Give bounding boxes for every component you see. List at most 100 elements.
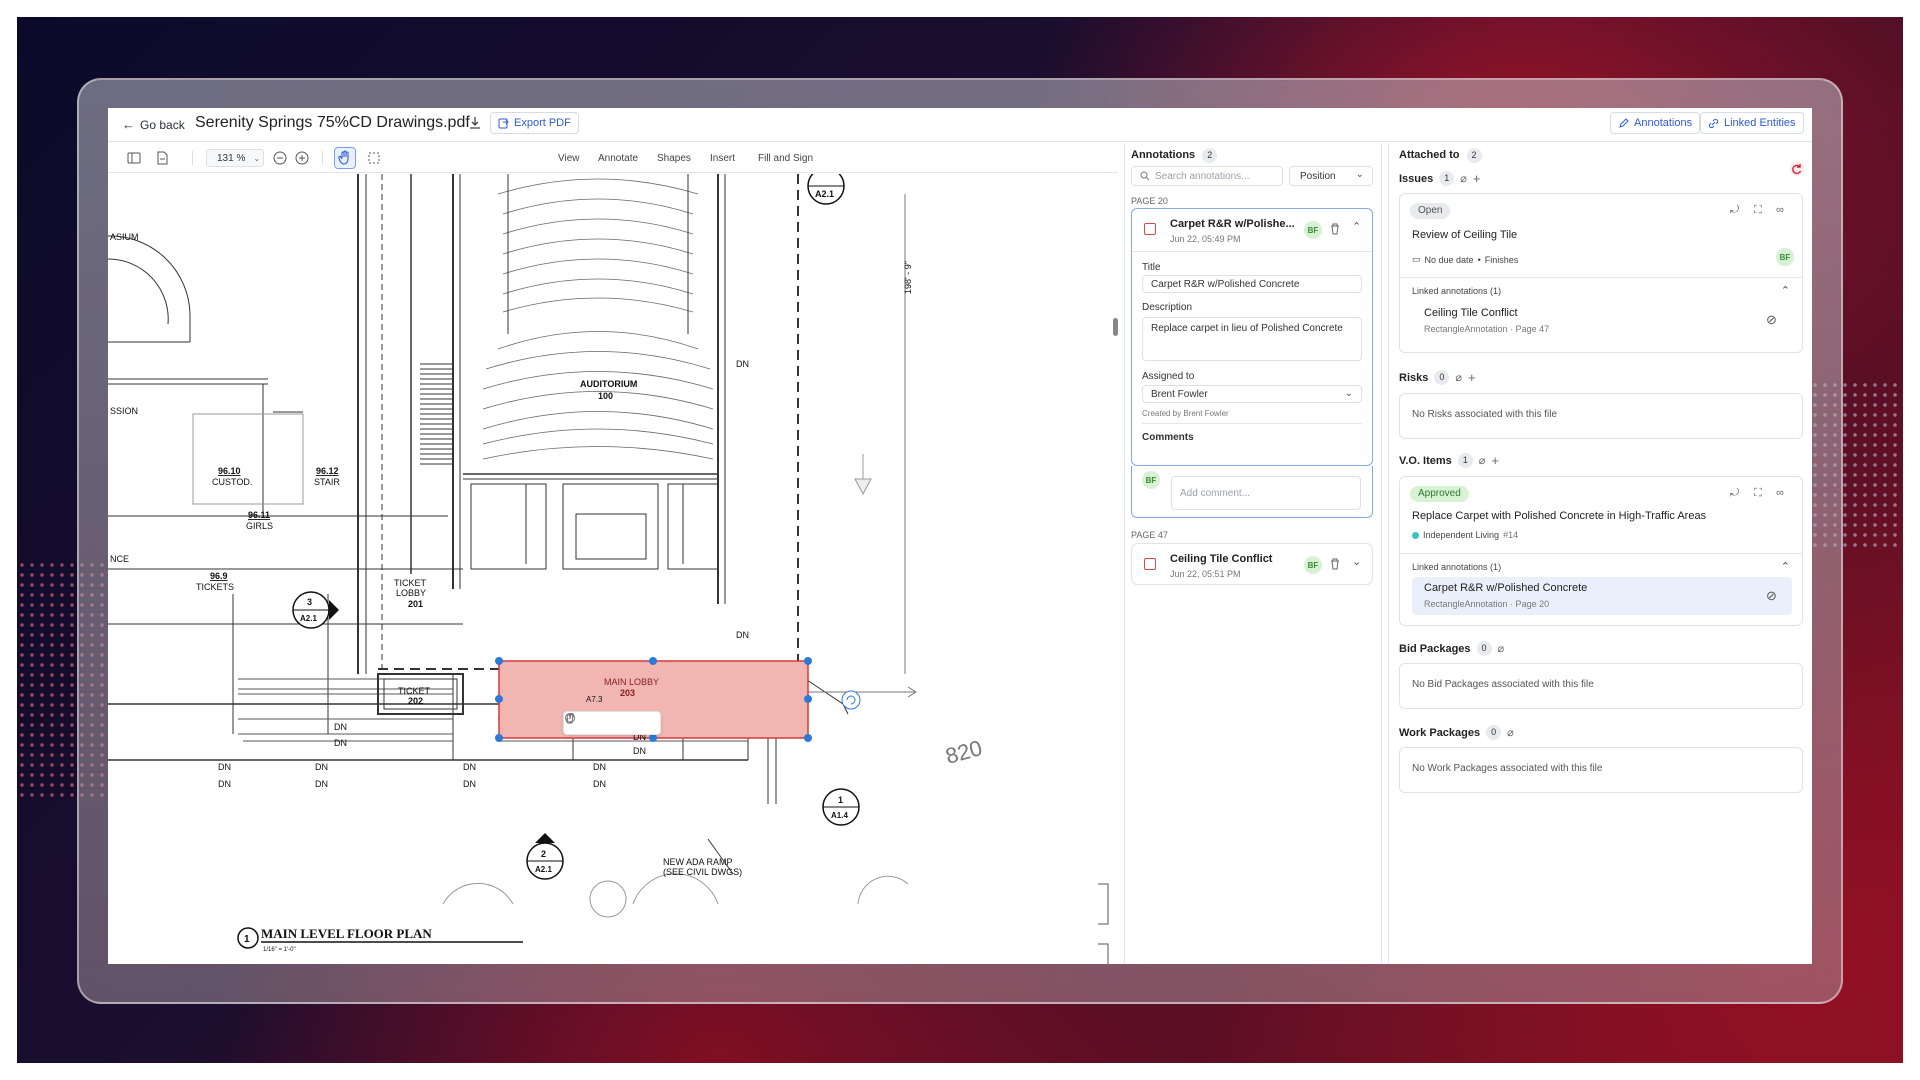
unlink-icon[interactable]: ⊘ <box>1766 588 1777 604</box>
add-icon[interactable]: + <box>1468 370 1476 385</box>
vo-project: Independent Living <box>1423 530 1500 540</box>
pan-tool-button[interactable] <box>334 147 356 169</box>
divider <box>1400 277 1802 278</box>
label-dn-1: DN <box>736 359 749 369</box>
annotation-card-carpet[interactable]: Carpet R&R w/Polishe... Jun 22, 05:49 PM… <box>1131 208 1373 489</box>
vertical-scrollbar[interactable] <box>1113 318 1118 336</box>
description-field[interactable]: Replace carpet in lieu of Polished Concr… <box>1142 317 1362 361</box>
zoom-select[interactable]: 131 % ⌄ <box>206 149 264 167</box>
go-back-button[interactable]: ← Go back <box>122 117 185 132</box>
label-ssion: SSION <box>110 406 138 416</box>
vo-items-count: 1 <box>1457 453 1473 468</box>
issue-title: Review of Ceiling Tile <box>1412 229 1518 241</box>
trash-icon[interactable] <box>564 712 576 724</box>
label-ticket-lobby-num: 201 <box>408 599 423 609</box>
menu-fill-and-sign[interactable]: Fill and Sign <box>758 153 813 164</box>
chevron-up-icon[interactable]: ⌃ <box>1352 220 1361 233</box>
status-badge-approved: Approved <box>1410 486 1469 502</box>
label-dn-10: DN <box>315 779 328 789</box>
add-comment-input[interactable]: Add comment... <box>1171 476 1361 510</box>
menu-insert[interactable]: Insert <box>710 153 735 164</box>
toolbar-divider <box>322 151 323 165</box>
hand-icon <box>338 150 349 165</box>
add-icon[interactable]: + <box>1473 171 1481 186</box>
issue-meta: ▭ No due date • Finishes <box>1412 254 1518 265</box>
title-field[interactable]: Carpet R&R w/Polished Concrete <box>1142 275 1362 293</box>
viewer-toolbar: 131 % ⌄ View Annotate Shapes Insert Fill… <box>108 143 1118 173</box>
label-dn-11: DN <box>463 779 476 789</box>
plan-title-number: 1 <box>244 934 250 945</box>
label-custod: CUSTOD. <box>212 477 252 487</box>
linked-annotations-header[interactable]: Linked annotations (1) ⌃ <box>1412 284 1790 297</box>
issues-header: Issues 1 ⌀ + <box>1399 171 1480 186</box>
trash-icon[interactable] <box>1330 223 1340 235</box>
zoom-value: 131 % <box>217 152 246 164</box>
export-pdf-button[interactable]: Export PDF <box>490 112 579 134</box>
vo-item-meta: Independent Living #14 <box>1412 530 1518 540</box>
trash-icon[interactable] <box>1330 558 1340 570</box>
work-packages-label: Work Packages <box>1399 726 1481 739</box>
search-annotations-input[interactable]: Search annotations... <box>1131 166 1283 186</box>
paperclip-icon[interactable]: ⌀ <box>1455 371 1462 384</box>
label-girls: GIRLS <box>246 521 273 531</box>
add-icon[interactable]: + <box>1491 453 1499 468</box>
paperclip-icon[interactable]: ⌀ <box>1460 172 1467 185</box>
risks-empty-text: No Risks associated with this file <box>1412 409 1558 420</box>
label-tickets-num: 96.9 <box>210 571 228 581</box>
chevron-up-icon[interactable]: ⌃ <box>1781 560 1790 573</box>
vo-number: #14 <box>1503 530 1519 540</box>
download-icon[interactable] <box>468 116 482 130</box>
assigned-to-select[interactable]: Brent Fowler ⌄ <box>1142 385 1362 403</box>
menu-annotate[interactable]: Annotate <box>598 153 638 164</box>
label-girls-num: 96.11 <box>248 510 270 520</box>
linked-annotation-sub: RectangleAnnotation · Page 47 <box>1424 324 1550 334</box>
risks-header: Risks 0 ⌀ + <box>1399 370 1476 385</box>
notification-icon[interactable] <box>1790 162 1804 176</box>
issues-count: 1 <box>1439 171 1455 186</box>
linked-entities-button[interactable]: Linked Entities <box>1700 112 1804 134</box>
rectangle-annotation-icon <box>1144 558 1156 570</box>
drawing-canvas[interactable]: ASIUM SSION 96.10 CUSTOD. 96.12 STAIR 96… <box>108 174 1118 964</box>
zoom-out-icon[interactable] <box>272 150 288 166</box>
zoom-in-icon[interactable] <box>294 150 310 166</box>
expand-icon[interactable]: ⛶ <box>1754 204 1762 217</box>
unlink-icon[interactable]: ⊘ <box>1766 312 1777 328</box>
linked-annotation-row[interactable]: Carpet R&R w/Polished Concrete Rectangle… <box>1412 577 1792 615</box>
paperclip-icon[interactable]: ⌀ <box>1479 454 1486 467</box>
vo-item-card[interactable]: Approved ⤾ ⛶ ∞ Replace Carpet with Polis… <box>1399 476 1803 626</box>
menu-shapes[interactable]: Shapes <box>657 153 691 164</box>
label-dn-12: DN <box>593 779 606 789</box>
annotations-header: Annotations 2 <box>1131 148 1218 163</box>
annotation-card-header[interactable]: Ceiling Tile Conflict Jun 22, 05:51 PM B… <box>1132 544 1372 586</box>
annotation-card-ceiling[interactable]: Ceiling Tile Conflict Jun 22, 05:51 PM B… <box>1131 543 1373 585</box>
menu-view[interactable]: View <box>558 153 580 164</box>
expand-icon[interactable]: ⛶ <box>1754 487 1762 500</box>
sort-select[interactable]: Position ⌄ <box>1289 166 1373 186</box>
page-icon[interactable] <box>154 150 170 166</box>
unlink-icon[interactable]: ⤾ <box>1730 487 1739 500</box>
assigned-to-label: Assigned to <box>1142 371 1195 382</box>
plan-scale: 1/16" = 1'-0" <box>263 947 296 953</box>
linked-annotations-header[interactable]: Linked annotations (1) ⌃ <box>1412 560 1790 573</box>
sidebar-toggle-icon[interactable] <box>126 150 142 166</box>
annotation-card-header[interactable]: Carpet R&R w/Polishe... Jun 22, 05:49 PM… <box>1132 209 1372 251</box>
paperclip-icon[interactable]: ⌀ <box>1498 642 1505 655</box>
floor-plan-drawing: ASIUM SSION 96.10 CUSTOD. 96.12 STAIR 96… <box>108 174 1109 964</box>
issue-card[interactable]: Open ⤾ ⛶ ∞ Review of Ceiling Tile ▭ No d… <box>1399 193 1803 353</box>
label-stair: STAIR <box>314 477 340 487</box>
paperclip-icon[interactable]: ⌀ <box>1507 726 1514 739</box>
rectangle-annotation-icon <box>1144 223 1156 235</box>
unlink-icon[interactable]: ⤾ <box>1730 204 1739 217</box>
divider <box>1400 553 1802 554</box>
select-region-icon[interactable] <box>366 150 382 166</box>
work-packages-count: 0 <box>1486 725 1502 740</box>
chevron-up-icon[interactable]: ⌃ <box>1781 284 1790 297</box>
chevron-down-icon[interactable]: ⌄ <box>1352 555 1361 568</box>
annotations-button[interactable]: Annotations <box>1610 112 1701 134</box>
avatar: BF <box>1142 471 1160 489</box>
avatar: BF <box>1776 248 1794 266</box>
link-icon[interactable]: ∞ <box>1776 204 1784 216</box>
project-dot-icon <box>1412 531 1419 539</box>
label-tag1-num: 1 <box>838 795 843 805</box>
link-icon[interactable]: ∞ <box>1776 487 1784 499</box>
